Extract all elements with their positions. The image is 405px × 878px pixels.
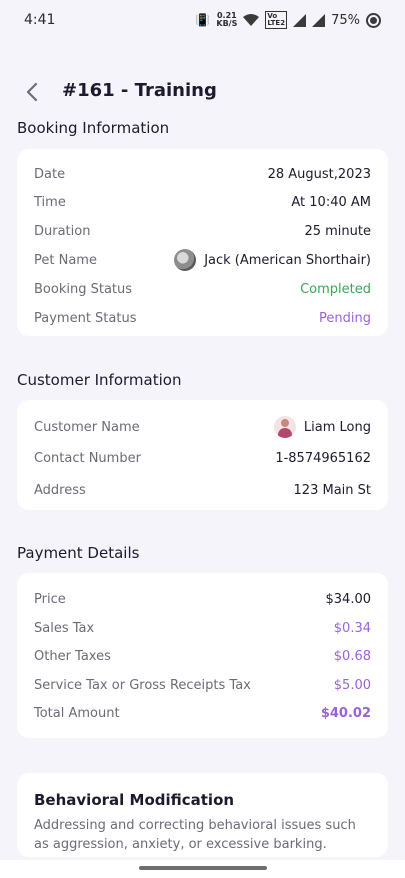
vibrate-icon: 📳 [195, 13, 211, 27]
row-label: Payment Status [34, 310, 137, 326]
row-value: 25 minute [304, 223, 371, 239]
pet-value[interactable]: Jack (American Shorthair) [174, 249, 371, 271]
status-bar: 4:41 📳 0.21 KB/S Vo LTE2 75% [0, 0, 405, 40]
row-label: Total Amount [34, 705, 120, 721]
payment-row-price: Price $34.00 [34, 589, 371, 609]
booking-section-title: Booking Information [17, 119, 170, 137]
customer-avatar [273, 416, 296, 438]
payment-row-total: Total Amount $40.02 [34, 703, 371, 723]
contact-number[interactable]: 1-8574965162 [275, 451, 371, 466]
payment-row-other-taxes: Other Taxes $0.68 [34, 646, 371, 666]
app-header: #161 - Training [0, 74, 405, 110]
row-value: At 10:40 AM [291, 194, 371, 210]
pet-name: Jack (American Shorthair) [204, 252, 371, 268]
customer-section-title: Customer Information [17, 371, 182, 389]
customer-row-address: Address 123 Main St [34, 480, 371, 500]
booking-row-time: Time At 10:40 AM [34, 192, 371, 212]
customer-card: Customer Name Liam Long Contact Number 1… [17, 400, 388, 510]
row-label: Address [34, 482, 86, 498]
status-time: 4:41 [24, 12, 56, 28]
booking-row-pet-name: Pet Name Jack (American Shorthair) [34, 249, 371, 271]
row-label: Booking Status [34, 281, 133, 297]
volte-icon: Vo LTE2 [265, 11, 288, 29]
booking-card: Date 28 August,2023 Time At 10:40 AM Dur… [17, 149, 388, 336]
booking-row-date: Date 28 August,2023 [34, 164, 371, 184]
booking-row-duration: Duration 25 minute [34, 221, 371, 241]
pet-avatar [174, 249, 197, 271]
service-card: Behavioral Modification Addressing and c… [17, 773, 388, 857]
row-value: $34.00 [325, 591, 372, 607]
chevron-left-icon [26, 82, 38, 102]
row-label: Other Taxes [34, 648, 111, 664]
payment-row-service-tax: Service Tax or Gross Receipts Tax $5.00 [34, 675, 371, 695]
service-description: Addressing and correcting behavioral iss… [34, 818, 356, 852]
network-speed-indicator: 0.21 KB/S [216, 11, 238, 28]
customer-name: Liam Long [303, 419, 371, 435]
payment-status-badge: Pending [319, 310, 371, 326]
payment-row-sales-tax: Sales Tax $0.34 [34, 618, 371, 638]
row-label: Service Tax or Gross Receipts Tax [34, 677, 251, 693]
signal-icon-2 [312, 13, 326, 27]
home-indicator[interactable] [139, 866, 267, 870]
row-label: Contact Number [34, 450, 141, 466]
row-value: 28 August,2023 [267, 166, 371, 182]
row-label: Duration [34, 223, 91, 239]
row-value: $5.00 [333, 677, 371, 693]
system-nav-bar [0, 860, 405, 878]
status-icons: 📳 0.21 KB/S Vo LTE2 75% [195, 11, 381, 29]
booking-status-badge: Completed [300, 281, 371, 297]
row-label: Sales Tax [34, 620, 95, 636]
row-label: Pet Name [34, 252, 97, 268]
booking-row-payment-status: Payment Status Pending [34, 308, 371, 328]
battery-icon [366, 12, 381, 28]
service-title: Behavioral Modification [34, 791, 235, 809]
customer-row-contact: Contact Number 1-8574965162 [34, 448, 371, 468]
battery-text: 75% [331, 12, 360, 28]
signal-icon-1 [293, 13, 307, 27]
row-label: Price [34, 591, 66, 607]
row-value: $0.68 [333, 648, 371, 664]
payment-section-title: Payment Details [17, 544, 140, 562]
row-value: $0.34 [333, 620, 371, 636]
total-amount: $40.02 [320, 705, 371, 721]
customer-row-name: Customer Name Liam Long [34, 416, 371, 438]
customer-value[interactable]: Liam Long [273, 416, 371, 438]
row-label: Customer Name [34, 419, 140, 435]
row-label: Date [34, 166, 66, 182]
address-value: 123 Main St [293, 482, 371, 498]
wifi-icon [243, 14, 260, 26]
row-label: Time [34, 194, 66, 210]
page-title: #161 - Training [62, 80, 217, 101]
back-button[interactable] [20, 78, 44, 106]
payment-card: Price $34.00 Sales Tax $0.34 Other Taxes… [17, 573, 388, 738]
booking-row-booking-status: Booking Status Completed [34, 279, 371, 299]
